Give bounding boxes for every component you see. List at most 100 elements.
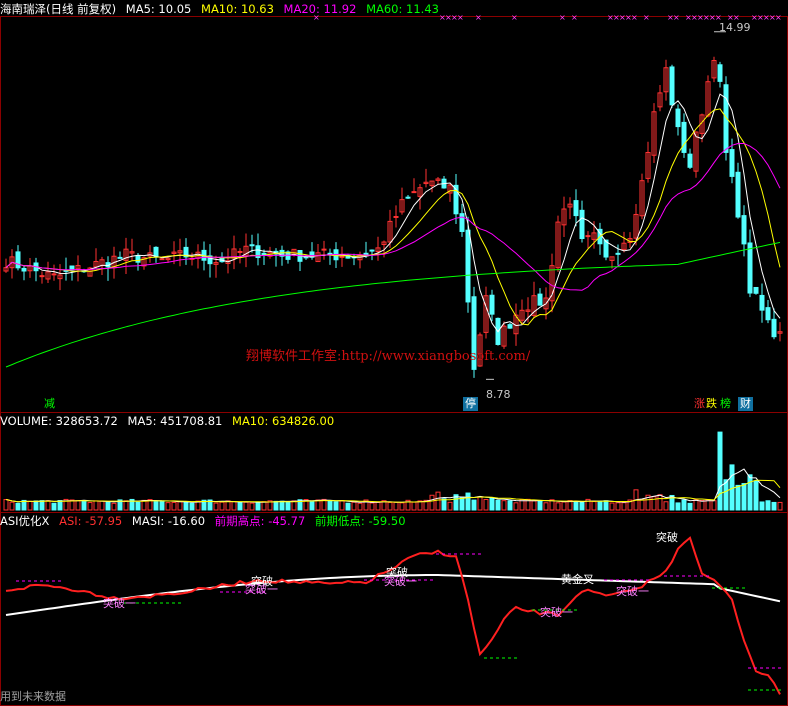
volume-bar <box>693 499 699 511</box>
asi-label-huangjinchao: 黄金叉 <box>561 573 594 586</box>
candle-body <box>393 215 399 218</box>
volume-bar <box>135 501 141 511</box>
signal-cross-mark: × <box>511 13 518 22</box>
candle-body <box>717 64 723 82</box>
volume-bar <box>597 500 603 511</box>
tag-bang[interactable]: 榜 <box>718 397 733 411</box>
signal-cross-mark: × <box>457 13 464 22</box>
asi-label-tupo-yi-3: 突破一 <box>384 575 417 588</box>
volume-bar <box>171 501 177 511</box>
asi-chart <box>5 536 784 695</box>
volume-bar <box>315 499 321 511</box>
candle-body <box>687 153 693 168</box>
volume-bar <box>711 500 717 511</box>
tag-jian[interactable]: 减 <box>42 397 57 411</box>
volume-bar <box>561 501 567 511</box>
volume-bar <box>339 500 345 511</box>
ma10-line <box>5 108 781 326</box>
volume-ma10-line <box>5 479 781 503</box>
asi-title: ASI优化X <box>0 514 50 528</box>
volume-bar <box>81 500 87 511</box>
volume-bar <box>231 501 237 511</box>
volume-value: VOLUME: 328653.72 <box>0 414 118 428</box>
volume-bar <box>351 501 357 511</box>
volume-bar <box>447 501 453 511</box>
volume-bar <box>249 502 255 511</box>
volume-bar <box>663 501 669 511</box>
tag-cai[interactable]: 财 <box>738 397 753 411</box>
volume-bar <box>111 502 117 511</box>
ma20-value: MA20: 11.92 <box>283 2 357 16</box>
volume-bar <box>675 502 681 511</box>
stock-name: 海南瑞泽(日线 前复权) <box>0 2 117 16</box>
volume-bar <box>75 500 81 511</box>
candle-body <box>237 250 243 253</box>
candle-body <box>615 252 621 255</box>
volume-bar <box>615 502 621 511</box>
prev-high-value: 前期高点: -45.77 <box>214 514 306 528</box>
volume-bar <box>435 491 441 511</box>
ma60-value: MA60: 11.43 <box>366 2 439 16</box>
volume-bar <box>357 502 363 511</box>
main-header: 海南瑞泽(日线 前复权) MA5: 10.05 MA10: 10.63 MA20… <box>0 1 445 17</box>
low-price-label: 8.78 <box>486 388 511 401</box>
candle-body <box>573 200 579 217</box>
volume-bar <box>165 502 171 511</box>
asi-line <box>5 536 781 695</box>
ma10-value: MA10: 10.63 <box>201 2 274 16</box>
volume-bar <box>681 499 687 511</box>
volume-bar <box>159 500 165 511</box>
volume-bar <box>189 502 195 511</box>
masi-value: MASI: -16.60 <box>131 514 206 528</box>
asi-label-tupo-yi-4: 突破一 <box>540 606 573 619</box>
asi-value: ASI: -57.95 <box>59 514 123 528</box>
volume-bar <box>51 502 57 511</box>
volume-bar <box>579 501 585 511</box>
volume-bar <box>243 501 249 511</box>
asi-label-tupo-yi-2: 突破一 <box>245 583 278 596</box>
volume-bar <box>27 500 33 511</box>
volume-bar <box>477 496 483 511</box>
volume-bar <box>729 464 735 511</box>
volume-bar <box>765 500 771 511</box>
candle-body <box>681 121 687 153</box>
volume-bar <box>177 501 183 511</box>
volume-bar <box>699 499 705 511</box>
volume-bar <box>123 500 129 511</box>
volume-bar <box>441 498 447 511</box>
signal-cross-mark: × <box>673 13 680 22</box>
tag-die[interactable]: 跌 <box>704 397 719 411</box>
candle-body <box>411 191 417 194</box>
volume-ma5-value: MA5: 451708.81 <box>127 414 223 428</box>
signal-cross-mark: × <box>775 13 782 22</box>
volume-bar <box>105 501 111 511</box>
candle-body <box>669 66 675 106</box>
ma5-line <box>5 93 781 333</box>
volume-bar <box>555 502 561 511</box>
volume-bar <box>489 497 495 511</box>
volume-chart <box>3 431 783 511</box>
volume-bar <box>225 500 231 511</box>
candle-body <box>537 293 543 306</box>
signal-cross-mark: × <box>571 13 578 22</box>
volume-bar <box>279 500 285 511</box>
volume-bar <box>3 499 9 511</box>
signal-cross-mark: × <box>559 13 566 22</box>
volume-bar <box>471 499 477 511</box>
volume-bar <box>87 502 93 511</box>
tag-ting[interactable]: 停 <box>463 397 478 411</box>
volume-bar <box>465 492 471 511</box>
volume-bar <box>399 502 405 511</box>
volume-bar <box>375 501 381 511</box>
footer-note: 用到未来数据 <box>0 690 66 703</box>
volume-bar <box>591 501 597 511</box>
candle-body <box>735 171 741 218</box>
asi-label-tupo-3: 突破 <box>656 531 678 544</box>
volume-ma10-value: MA10: 634826.00 <box>232 414 335 428</box>
signal-cross-mark: × <box>643 13 650 22</box>
candle-body <box>339 255 345 258</box>
volume-bar <box>495 499 501 511</box>
volume-bar <box>429 494 435 511</box>
volume-bar <box>543 502 549 511</box>
candle-body <box>21 267 27 272</box>
